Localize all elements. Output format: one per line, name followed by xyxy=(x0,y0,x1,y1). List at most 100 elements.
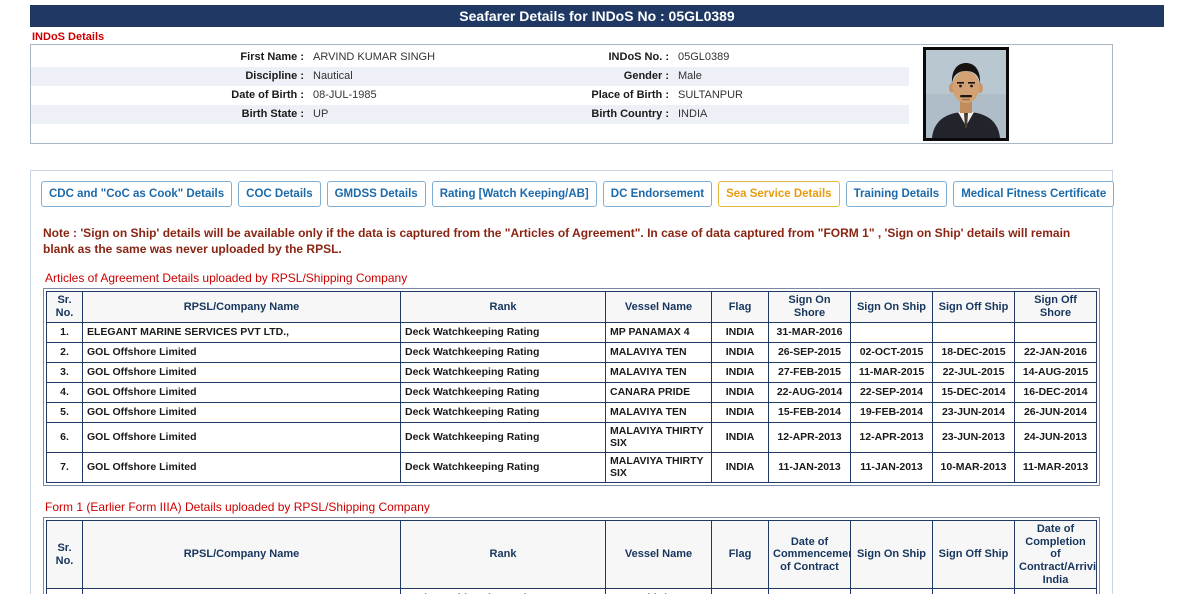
table-row: 1.ELEGANT MARINE SERVICES PVT LTD.,Deck … xyxy=(47,589,1097,594)
field-value: ARVIND KUMAR SINGH xyxy=(311,48,506,67)
table-cell: 26-SEP-2015 xyxy=(769,342,851,362)
tab-content-box: CDC and "CoC as Cook" DetailsCOC Details… xyxy=(30,170,1113,594)
table-cell: GH Seabird xyxy=(606,589,712,594)
field-value: UP xyxy=(311,105,506,124)
form1-table-caption: Form 1 (Earlier Form IIIA) Details uploa… xyxy=(45,500,1100,514)
table-cell: 11-JAN-2013 xyxy=(851,452,933,482)
table-cell: Deck Watchkeeping Rating xyxy=(401,589,606,594)
page-title: Seafarer Details for INDoS No : 05GL0389 xyxy=(30,5,1164,27)
table-cell: 11-JAN-2013 xyxy=(769,452,851,482)
table-cell: 10-MAR-2013 xyxy=(933,452,1015,482)
indos-field-row: Discipline :NauticalGender :Male xyxy=(31,67,909,86)
table-cell: INDIA xyxy=(712,362,769,382)
column-header: Rank xyxy=(401,521,606,589)
table-cell: ELEGANT MARINE SERVICES PVT LTD., xyxy=(83,589,401,594)
field-label: First Name : xyxy=(31,48,311,67)
table-cell: 12-APR-2013 xyxy=(851,422,933,452)
column-header: Sign On Ship xyxy=(851,521,933,589)
table-cell: GOL Offshore Limited xyxy=(83,422,401,452)
indos-field-row: First Name :ARVIND KUMAR SINGHINDoS No. … xyxy=(31,48,909,67)
tab-cdc-and-coc-as-cook-details[interactable]: CDC and "CoC as Cook" Details xyxy=(41,181,232,207)
table-cell: 2. xyxy=(47,342,83,362)
table-cell: MALAVIYA TEN xyxy=(606,342,712,362)
table-cell: GOL Offshore Limited xyxy=(83,452,401,482)
form1-table-section: Form 1 (Earlier Form IIIA) Details uploa… xyxy=(43,500,1100,594)
field-label: Discipline : xyxy=(31,67,311,86)
table-cell: GOL Offshore Limited xyxy=(83,362,401,382)
table-cell: 02-OCT-2015 xyxy=(851,342,933,362)
table-cell: GOL Offshore Limited xyxy=(83,382,401,402)
table-row: 7.GOL Offshore LimitedDeck Watchkeeping … xyxy=(47,452,1097,482)
column-header: Sr. No. xyxy=(47,521,83,589)
field-label: Date of Birth : xyxy=(31,86,311,105)
table-header-row: Sr. No.RPSL/Company NameRankVessel NameF… xyxy=(47,521,1097,589)
column-header: RPSL/Company Name xyxy=(83,292,401,322)
tab-sea-service-details[interactable]: Sea Service Details xyxy=(718,181,840,207)
column-header: Sign Off Shore xyxy=(1015,292,1097,322)
column-header: Date of Completion of Contract/Arriving … xyxy=(1015,521,1097,589)
table-cell xyxy=(933,589,1015,594)
table-cell: 19-FEB-2014 xyxy=(851,402,933,422)
tab-dc-endorsement[interactable]: DC Endorsement xyxy=(603,181,712,207)
tab-coc-details[interactable]: COC Details xyxy=(238,181,320,207)
table-cell: Deck Watchkeeping Rating xyxy=(401,422,606,452)
table-cell: INDIA xyxy=(712,342,769,362)
table-cell: 18-DEC-2015 xyxy=(933,342,1015,362)
table-cell: 17-MAY-2017 xyxy=(769,589,851,594)
table-cell: 27-FEB-2015 xyxy=(769,362,851,382)
tab-rating-watch-keeping-ab[interactable]: Rating [Watch Keeping/AB] xyxy=(432,181,597,207)
column-header: Date of Commencement of Contract xyxy=(769,521,851,589)
table-cell: 12-APR-2013 xyxy=(769,422,851,452)
agreement-table-caption: Articles of Agreement Details uploaded b… xyxy=(45,271,1100,285)
table-row: 5.GOL Offshore LimitedDeck Watchkeeping … xyxy=(47,402,1097,422)
form1-table: Sr. No.RPSL/Company NameRankVessel NameF… xyxy=(46,520,1097,594)
table-row: 4.GOL Offshore LimitedDeck Watchkeeping … xyxy=(47,382,1097,402)
table-header-row: Sr. No.RPSL/Company NameRankVessel NameF… xyxy=(47,292,1097,322)
tab-medical-fitness-certificate[interactable]: Medical Fitness Certificate xyxy=(953,181,1114,207)
table-cell: 3. xyxy=(47,362,83,382)
table-cell: 22-AUG-2014 xyxy=(769,382,851,402)
table-cell: 26-JUN-2014 xyxy=(1015,402,1097,422)
field-value: Male xyxy=(676,67,909,86)
portrait-image xyxy=(926,50,1006,138)
field-label: INDoS No. : xyxy=(506,48,676,67)
table-cell: 22-JUL-2015 xyxy=(933,362,1015,382)
column-header: Sign On Shore xyxy=(769,292,851,322)
table-cell: 11-MAR-2015 xyxy=(851,362,933,382)
table-row: 6.GOL Offshore LimitedDeck Watchkeeping … xyxy=(47,422,1097,452)
column-header: Vessel Name xyxy=(606,292,712,322)
table-cell: 7. xyxy=(47,452,83,482)
table-cell: 6. xyxy=(47,422,83,452)
table-cell: MP PANAMAX 4 xyxy=(606,322,712,342)
indos-details-section: INDoS Details First Name :ARVIND KUMAR S… xyxy=(30,29,1113,144)
table-cell xyxy=(851,322,933,342)
table-cell: ELEGANT MARINE SERVICES PVT LTD., xyxy=(83,322,401,342)
table-row: 2.GOL Offshore LimitedDeck Watchkeeping … xyxy=(47,342,1097,362)
tab-gmdss-details[interactable]: GMDSS Details xyxy=(327,181,426,207)
table-cell xyxy=(1015,589,1097,594)
table-cell: 24-JUN-2013 xyxy=(1015,422,1097,452)
table-cell: Deck Watchkeeping Rating xyxy=(401,362,606,382)
table-cell xyxy=(1015,322,1097,342)
table-cell: 23-JUN-2014 xyxy=(933,402,1015,422)
seafarer-details-page: Seafarer Details for INDoS No : 05GL0389… xyxy=(0,0,1194,594)
agreement-table-section: Articles of Agreement Details uploaded b… xyxy=(43,271,1100,486)
table-cell: Deck Watchkeeping Rating xyxy=(401,342,606,362)
table-cell: INDIA xyxy=(712,322,769,342)
field-label: Birth State : xyxy=(31,105,311,124)
table-cell: INDIA xyxy=(712,402,769,422)
indos-section-label: INDoS Details xyxy=(30,29,1113,44)
column-header: Sr. No. xyxy=(47,292,83,322)
field-value: SULTANPUR xyxy=(676,86,909,105)
table-cell: INDIA xyxy=(712,382,769,402)
table-cell: Deck Watchkeeping Rating xyxy=(401,452,606,482)
indos-details-box: First Name :ARVIND KUMAR SINGHINDoS No. … xyxy=(30,44,1113,144)
table-cell: FOREIGN xyxy=(712,589,769,594)
table-cell: 11-MAR-2013 xyxy=(1015,452,1097,482)
column-header: RPSL/Company Name xyxy=(83,521,401,589)
field-value: 08-JUL-1985 xyxy=(311,86,506,105)
table-cell: 22-JAN-2016 xyxy=(1015,342,1097,362)
tab-training-details[interactable]: Training Details xyxy=(846,181,948,207)
field-label: Gender : xyxy=(506,67,676,86)
column-header: Flag xyxy=(712,292,769,322)
